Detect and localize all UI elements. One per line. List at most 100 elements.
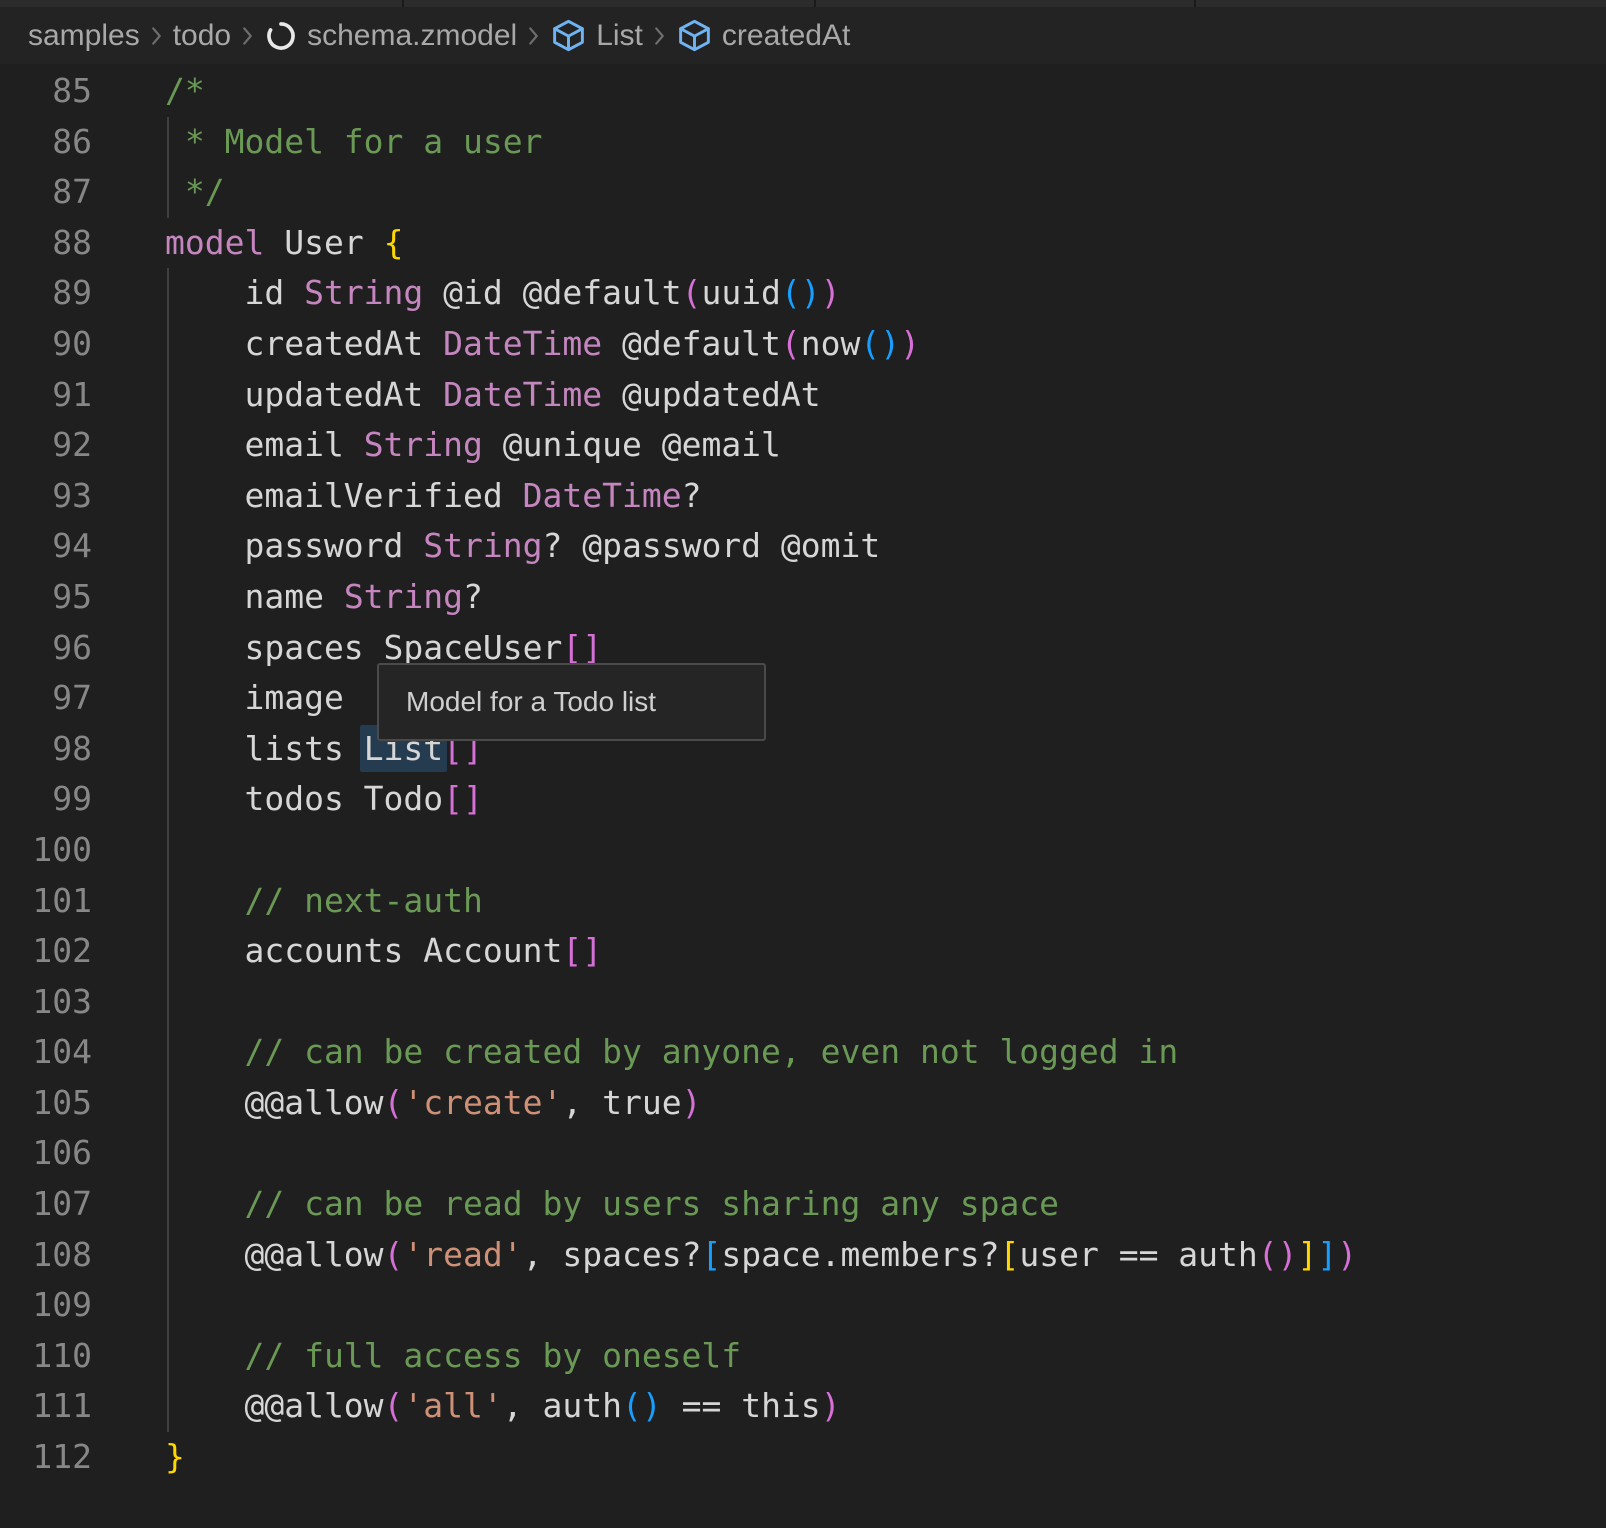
code-token: (	[682, 273, 702, 312]
code-line: 111 @@allow('all', auth() == this)	[0, 1381, 1606, 1432]
code-text[interactable]: }	[165, 1432, 185, 1483]
code-text[interactable]: password String? @password @omit	[165, 521, 880, 572]
indent-guide	[167, 117, 169, 218]
code-token: User	[264, 223, 383, 262]
breadcrumb-label: List	[596, 19, 643, 53]
line-number[interactable]: 90	[0, 319, 92, 370]
line-number[interactable]: 89	[0, 268, 92, 319]
tab-strip	[0, 0, 1606, 7]
line-number[interactable]: 86	[0, 117, 92, 168]
line-number[interactable]: 85	[0, 66, 92, 117]
code-token: @unique @email	[483, 425, 781, 464]
code-token: @updatedAt	[602, 375, 821, 414]
code-token: image	[165, 678, 344, 717]
line-number[interactable]: 103	[0, 977, 92, 1028]
code-text[interactable]: id String @id @default(uuid())	[165, 268, 841, 319]
code-text[interactable]: todos Todo[]	[165, 774, 483, 825]
line-number[interactable]: 107	[0, 1179, 92, 1230]
line-number[interactable]: 94	[0, 521, 92, 572]
code-text[interactable]: // can be read by users sharing any spac…	[165, 1179, 1059, 1230]
code-text[interactable]: @@allow('all', auth() == this)	[165, 1381, 841, 1432]
line-number[interactable]: 92	[0, 420, 92, 471]
code-token: DateTime	[523, 476, 682, 515]
breadcrumb-item-samples[interactable]: samples	[28, 19, 140, 53]
code-lines: 85 /* 86 * Model for a user 87 */ 88 model Us…	[0, 66, 1606, 1483]
code-token: DateTime	[443, 375, 602, 414]
code-token: email	[165, 425, 364, 464]
breadcrumb-label: todo	[173, 19, 231, 53]
code-text[interactable]: name String?	[165, 572, 483, 623]
line-number[interactable]: 101	[0, 876, 92, 927]
line-number[interactable]: 87	[0, 167, 92, 218]
line-number[interactable]: 97	[0, 673, 92, 724]
line-number[interactable]: 102	[0, 926, 92, 977]
model-symbol-icon	[676, 17, 713, 54]
code-line: 92 email String @unique @email	[0, 420, 1606, 471]
line-number[interactable]: 96	[0, 623, 92, 674]
editor[interactable]: 85 /* 86 * Model for a user 87 */ 88 model Us…	[0, 64, 1606, 1483]
code-token: )	[821, 1386, 841, 1425]
line-number[interactable]: 98	[0, 724, 92, 775]
code-token: , spaces?	[523, 1235, 702, 1274]
code-text[interactable]: emailVerified DateTime?	[165, 471, 701, 522]
line-number[interactable]: 109	[0, 1280, 92, 1331]
chevron-right-icon	[527, 23, 540, 49]
code-text[interactable]: @@allow('create', true)	[165, 1078, 701, 1129]
code-line: 104 // can be created by anyone, even no…	[0, 1027, 1606, 1078]
line-number[interactable]: 112	[0, 1432, 92, 1483]
code-token: ()	[860, 324, 900, 363]
code-token: String	[344, 577, 463, 616]
breadcrumb: samples todo schema.zmodel List createdAt	[0, 7, 1606, 64]
code-token: [	[701, 1235, 721, 1274]
code-token: @default	[602, 324, 781, 363]
line-number[interactable]: 108	[0, 1230, 92, 1281]
line-number[interactable]: 106	[0, 1128, 92, 1179]
tab-divider	[1194, 0, 1196, 7]
code-text[interactable]: image	[165, 673, 344, 724]
code-text[interactable]: // can be created by anyone, even not lo…	[165, 1027, 1178, 1078]
code-text[interactable]: createdAt DateTime @default(now())	[165, 319, 920, 370]
code-text[interactable]: /*	[165, 66, 205, 117]
code-token: []	[443, 779, 483, 818]
tab-divider	[402, 0, 404, 7]
code-token: lists	[165, 729, 364, 768]
line-number[interactable]: 110	[0, 1331, 92, 1382]
breadcrumb-item-createdat[interactable]: createdAt	[676, 17, 850, 54]
line-number[interactable]: 91	[0, 370, 92, 421]
code-text[interactable]: // next-auth	[165, 876, 483, 927]
code-line: 89 id String @id @default(uuid())	[0, 268, 1606, 319]
code-token: ]	[1317, 1235, 1337, 1274]
line-number[interactable]: 93	[0, 471, 92, 522]
code-text[interactable]: model User {	[165, 218, 403, 269]
code-token: String	[364, 425, 483, 464]
code-token: (	[384, 1235, 404, 1274]
breadcrumb-item-todo[interactable]: todo	[173, 19, 231, 53]
code-token: space.members?	[721, 1235, 999, 1274]
code-text[interactable]: @@allow('read', spaces?[space.members?[u…	[165, 1230, 1357, 1281]
code-text[interactable]: accounts Account[]	[165, 926, 602, 977]
code-token: (	[384, 1083, 404, 1122]
code-text[interactable]: */	[165, 167, 225, 218]
code-token: DateTime	[443, 324, 602, 363]
line-number[interactable]: 100	[0, 825, 92, 876]
code-token: updatedAt	[165, 375, 443, 414]
line-number[interactable]: 95	[0, 572, 92, 623]
line-number[interactable]: 104	[0, 1027, 92, 1078]
breadcrumb-item-schema.zmodel[interactable]: schema.zmodel	[264, 19, 517, 53]
line-number[interactable]: 105	[0, 1078, 92, 1129]
code-text[interactable]: // full access by oneself	[165, 1331, 741, 1382]
code-token: // next-auth	[165, 881, 483, 920]
line-number[interactable]: 88	[0, 218, 92, 269]
code-text[interactable]: updatedAt DateTime @updatedAt	[165, 370, 821, 421]
code-token: // full access by oneself	[165, 1336, 741, 1375]
line-number[interactable]: 99	[0, 774, 92, 825]
code-text[interactable]: * Model for a user	[165, 117, 543, 168]
code-line: 108 @@allow('read', spaces?[space.member…	[0, 1230, 1606, 1281]
code-text[interactable]: email String @unique @email	[165, 420, 781, 471]
breadcrumb-item-list[interactable]: List	[550, 17, 643, 54]
line-number[interactable]: 111	[0, 1381, 92, 1432]
code-token: , auth	[503, 1386, 622, 1425]
code-token: )	[682, 1083, 702, 1122]
code-token: user == auth	[1019, 1235, 1257, 1274]
code-line: 95 name String?	[0, 572, 1606, 623]
